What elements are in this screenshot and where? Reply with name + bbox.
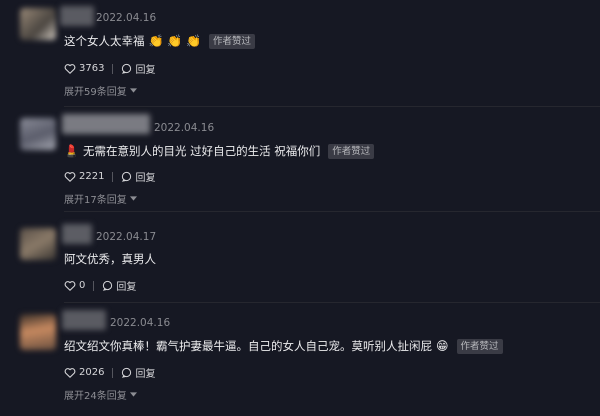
like-button[interactable]: 2221 — [64, 171, 104, 182]
username[interactable] — [62, 114, 150, 134]
like-button[interactable]: 3763 — [64, 63, 104, 74]
comment-text-row: 阿文优秀，真男人 — [64, 251, 156, 267]
comment-item: 2022.04.17 阿文优秀，真男人 0 回复 — [0, 216, 600, 306]
comment-text: 阿文优秀，真男人 — [64, 252, 156, 266]
chevron-down-icon — [129, 196, 137, 201]
expand-replies-button[interactable]: 展开17条回复 — [64, 191, 137, 206]
speech-bubble-icon — [121, 367, 132, 378]
clap-emoji: 👏 👏 👏 — [148, 34, 201, 48]
reply-button[interactable]: 回复 — [102, 278, 136, 293]
heart-outline-icon — [64, 63, 76, 74]
expand-replies-button[interactable]: 展开59条回复 — [64, 83, 137, 98]
like-button[interactable]: 0 — [64, 280, 85, 291]
avatar[interactable] — [20, 118, 56, 150]
comment-text-row: 💄 无需在意别人的目光 过好自己的生活 祝福你们 作者赞过 — [64, 143, 375, 159]
username[interactable] — [62, 310, 106, 330]
avatar[interactable] — [20, 228, 56, 260]
comment-text-row: 绍文绍文你真棒！霸气护妻最牛逼。自己的女人自己宠。莫听别人扯闲屁 😁 作者赞过 — [64, 338, 503, 354]
like-button[interactable]: 2026 — [64, 367, 104, 378]
comment-divider — [64, 302, 600, 303]
reply-button[interactable]: 回复 — [121, 169, 155, 184]
comment-actions: 2026 回复 — [64, 365, 155, 380]
chevron-down-icon — [129, 88, 137, 93]
comment-actions: 3763 回复 — [64, 61, 155, 76]
comment-text: 这个女人太幸福 — [64, 34, 145, 48]
expand-replies-label: 展开59条回复 — [64, 87, 127, 98]
author-liked-badge: 作者赞过 — [208, 33, 255, 49]
expand-replies-label: 展开17条回复 — [64, 195, 127, 206]
heart-outline-icon — [64, 171, 76, 182]
chevron-down-icon — [129, 392, 137, 397]
username[interactable] — [62, 224, 92, 244]
comment-text-row: 这个女人太幸福 👏 👏 👏 作者赞过 — [64, 33, 255, 49]
speech-bubble-icon — [121, 171, 132, 182]
reply-label: 回复 — [135, 369, 156, 380]
like-count: 3763 — [79, 63, 105, 74]
reply-label: 回复 — [135, 65, 156, 76]
action-divider — [112, 63, 114, 74]
grin-emoji: 😁 — [436, 339, 449, 353]
like-count: 0 — [79, 280, 86, 291]
reply-label: 回复 — [135, 173, 156, 184]
author-liked-badge: 作者赞过 — [328, 143, 375, 159]
like-count: 2221 — [79, 171, 105, 182]
comment-actions: 2221 回复 — [64, 169, 155, 184]
username[interactable] — [60, 6, 94, 26]
reply-button[interactable]: 回复 — [121, 365, 155, 380]
reply-button[interactable]: 回复 — [121, 61, 155, 76]
heart-outline-icon — [64, 280, 76, 291]
comment-date: 2022.04.17 — [96, 231, 157, 243]
avatar[interactable] — [20, 314, 56, 350]
comment-text: 无需在意别人的目光 过好自己的生活 祝福你们 — [82, 144, 321, 158]
author-liked-badge: 作者赞过 — [456, 338, 503, 354]
like-count: 2026 — [79, 367, 105, 378]
comment-item: 2022.04.16 这个女人太幸福 👏 👏 👏 作者赞过 3763 回复 展开… — [0, 0, 600, 108]
expand-replies-button[interactable]: 展开24条回复 — [64, 387, 137, 402]
comment-date: 2022.04.16 — [154, 122, 215, 134]
comment-actions: 0 回复 — [64, 278, 136, 293]
comment-date: 2022.04.16 — [110, 317, 171, 329]
action-divider — [93, 280, 95, 291]
comment-item: 2022.04.16 💄 无需在意别人的目光 过好自己的生活 祝福你们 作者赞过… — [0, 108, 600, 212]
comment-list: 2022.04.16 这个女人太幸福 👏 👏 👏 作者赞过 3763 回复 展开… — [0, 0, 600, 416]
lipstick-emoji: 💄 — [64, 144, 79, 158]
expand-replies-label: 展开24条回复 — [64, 391, 127, 402]
reply-label: 回复 — [116, 282, 137, 293]
comment-date: 2022.04.16 — [96, 12, 157, 24]
speech-bubble-icon — [121, 63, 132, 74]
action-divider — [112, 367, 114, 378]
action-divider — [112, 171, 114, 182]
speech-bubble-icon — [102, 280, 113, 291]
comment-text: 绍文绍文你真棒！霸气护妻最牛逼。自己的女人自己宠。莫听别人扯闲屁 — [64, 339, 432, 353]
heart-outline-icon — [64, 367, 76, 378]
comment-item: 2022.04.16 绍文绍文你真棒！霸气护妻最牛逼。自己的女人自己宠。莫听别人… — [0, 306, 600, 416]
avatar[interactable] — [20, 8, 56, 40]
comment-divider — [64, 106, 600, 107]
comment-divider — [64, 211, 600, 212]
